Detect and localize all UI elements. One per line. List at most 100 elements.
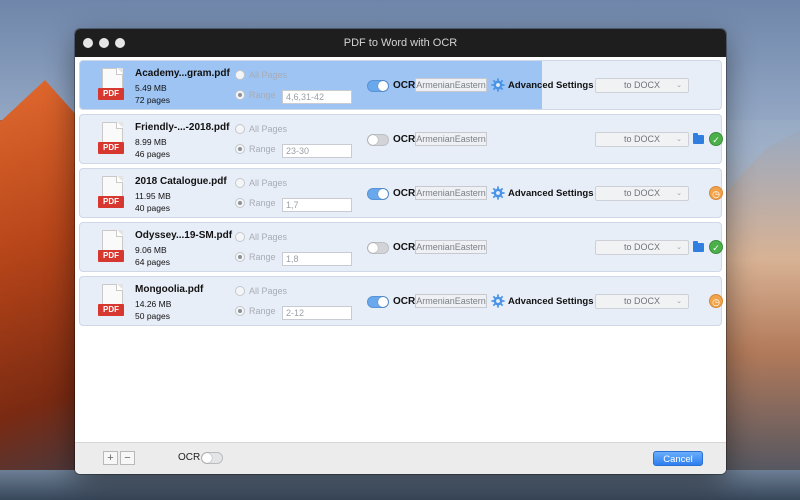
ocr-toggle[interactable] bbox=[367, 296, 389, 308]
output-format-select[interactable]: to DOCX ⌄ bbox=[595, 294, 689, 309]
global-ocr-toggle[interactable] bbox=[201, 452, 223, 464]
file-size: 11.95 MB bbox=[135, 191, 171, 201]
checkmark-icon: ✓ bbox=[709, 132, 723, 146]
page-range-input[interactable]: 1,7 bbox=[282, 198, 352, 212]
ocr-toggle[interactable] bbox=[367, 134, 389, 146]
chevron-down-icon: ⌄ bbox=[676, 244, 682, 251]
all-pages-radio[interactable]: All Pages bbox=[235, 231, 287, 243]
folder-icon[interactable] bbox=[693, 241, 704, 252]
file-row[interactable]: PDF Mongoolia.pdf 14.26 MB 50 pages All … bbox=[79, 276, 723, 326]
page-range-input[interactable]: 4,6,31-42 bbox=[282, 90, 352, 104]
ocr-language-select[interactable]: ArmenianEastern bbox=[415, 132, 487, 146]
toggle-knob bbox=[368, 135, 378, 145]
pdf-file-icon: PDF bbox=[98, 176, 126, 212]
page-count: 46 pages bbox=[135, 149, 170, 159]
all-pages-radio[interactable]: All Pages bbox=[235, 177, 287, 189]
output-format-select[interactable]: to DOCX ⌄ bbox=[595, 78, 689, 93]
ocr-label: OCR bbox=[393, 296, 416, 307]
range-radio[interactable]: Range bbox=[235, 197, 287, 209]
page-count: 72 pages bbox=[135, 95, 170, 105]
file-size: 14.26 MB bbox=[135, 299, 172, 309]
radio-indicator bbox=[235, 286, 245, 296]
all-pages-radio[interactable]: All Pages bbox=[235, 123, 287, 135]
radio-indicator bbox=[235, 124, 245, 134]
clock-icon: ◷ bbox=[709, 294, 723, 308]
gear-icon bbox=[491, 186, 505, 200]
page-selection: All Pages Range bbox=[235, 231, 287, 271]
file-row[interactable]: PDF Academy...gram.pdf 5.49 MB 72 pages … bbox=[79, 60, 722, 110]
advanced-settings-label: Advanced Settings bbox=[508, 295, 594, 307]
radio-indicator bbox=[235, 252, 245, 262]
global-ocr-label: OCR bbox=[178, 452, 201, 463]
ocr-toggle[interactable] bbox=[367, 188, 389, 200]
page-count: 64 pages bbox=[135, 257, 170, 267]
advanced-settings-button[interactable]: Advanced Settings bbox=[491, 78, 594, 92]
toggle-knob bbox=[202, 453, 212, 463]
ocr-language-select[interactable]: ArmenianEastern bbox=[415, 240, 487, 254]
file-row[interactable]: PDF Odyssey...19-SM.pdf 9.06 MB 64 pages… bbox=[79, 222, 723, 272]
ocr-language-select[interactable]: ArmenianEastern bbox=[415, 294, 487, 308]
pdf-icon-label: PDF bbox=[98, 88, 124, 100]
minimize-window-button[interactable] bbox=[99, 38, 109, 48]
range-label: Range bbox=[249, 144, 276, 154]
radio-indicator bbox=[235, 144, 245, 154]
advanced-settings-button[interactable]: Advanced Settings bbox=[491, 186, 594, 200]
pdf-file-icon: PDF bbox=[98, 284, 126, 320]
page-range-input[interactable]: 23-30 bbox=[282, 144, 352, 158]
remove-file-button[interactable]: − bbox=[120, 451, 135, 465]
radio-indicator bbox=[235, 90, 245, 100]
file-info: Friendly-...-2018.pdf 8.99 MB 46 pages bbox=[135, 122, 229, 160]
gear-icon bbox=[491, 78, 505, 92]
close-window-button[interactable] bbox=[83, 38, 93, 48]
file-row[interactable]: PDF 2018 Catalogue.pdf 11.95 MB 40 pages… bbox=[79, 168, 723, 218]
range-label: Range bbox=[249, 306, 276, 316]
clock-icon: ◷ bbox=[709, 186, 723, 200]
output-format-label: to DOCX bbox=[623, 80, 660, 90]
gear-icon bbox=[491, 294, 505, 308]
folder-icon[interactable] bbox=[693, 133, 704, 144]
page-count: 50 pages bbox=[135, 311, 170, 321]
all-pages-label: All Pages bbox=[249, 286, 288, 296]
all-pages-radio[interactable]: All Pages bbox=[235, 69, 287, 81]
zoom-window-button[interactable] bbox=[115, 38, 125, 48]
file-info: 2018 Catalogue.pdf 11.95 MB 40 pages bbox=[135, 176, 227, 214]
range-radio[interactable]: Range bbox=[235, 305, 287, 317]
pdf-icon-label: PDF bbox=[98, 304, 124, 316]
ocr-language-select[interactable]: ArmenianEastern bbox=[415, 186, 487, 200]
output-format-select[interactable]: to DOCX ⌄ bbox=[595, 186, 689, 201]
window-title: PDF to Word with OCR bbox=[343, 37, 458, 49]
radio-indicator bbox=[235, 198, 245, 208]
file-list: PDF Academy...gram.pdf 5.49 MB 72 pages … bbox=[75, 57, 726, 442]
window-controls bbox=[83, 38, 125, 48]
range-radio[interactable]: Range bbox=[235, 251, 287, 263]
pdf-file-icon: PDF bbox=[98, 230, 126, 266]
cancel-button[interactable]: Cancel bbox=[653, 451, 703, 466]
range-radio[interactable]: Range bbox=[235, 89, 287, 101]
chevron-down-icon: ⌄ bbox=[676, 298, 682, 305]
all-pages-radio[interactable]: All Pages bbox=[235, 285, 287, 297]
file-name: Friendly-...-2018.pdf bbox=[135, 122, 230, 133]
output-format-select[interactable]: to DOCX ⌄ bbox=[595, 240, 689, 255]
file-info: Odyssey...19-SM.pdf 9.06 MB 64 pages bbox=[135, 230, 232, 268]
add-remove-controls: + − bbox=[103, 451, 135, 465]
page-selection: All Pages Range bbox=[235, 285, 287, 325]
add-file-button[interactable]: + bbox=[103, 451, 118, 465]
page-range-input[interactable]: 1,8 bbox=[282, 252, 352, 266]
ocr-toggle[interactable] bbox=[367, 242, 389, 254]
page-count: 40 pages bbox=[135, 203, 170, 213]
range-radio[interactable]: Range bbox=[235, 143, 287, 155]
advanced-settings-button[interactable]: Advanced Settings bbox=[491, 294, 594, 308]
toggle-knob bbox=[378, 189, 388, 199]
ocr-language-select[interactable]: ArmenianEastern bbox=[415, 78, 487, 92]
file-name: Mongoolia.pdf bbox=[135, 284, 204, 295]
file-size: 8.99 MB bbox=[135, 137, 167, 147]
output-format-select[interactable]: to DOCX ⌄ bbox=[595, 132, 689, 147]
ocr-label: OCR bbox=[393, 188, 416, 199]
radio-indicator bbox=[235, 232, 245, 242]
pdf-icon-label: PDF bbox=[98, 196, 124, 208]
ocr-toggle[interactable] bbox=[367, 80, 389, 92]
file-row[interactable]: PDF Friendly-...-2018.pdf 8.99 MB 46 pag… bbox=[79, 114, 723, 164]
radio-indicator bbox=[235, 306, 245, 316]
page-selection: All Pages Range bbox=[235, 177, 287, 217]
page-range-input[interactable]: 2-12 bbox=[282, 306, 352, 320]
